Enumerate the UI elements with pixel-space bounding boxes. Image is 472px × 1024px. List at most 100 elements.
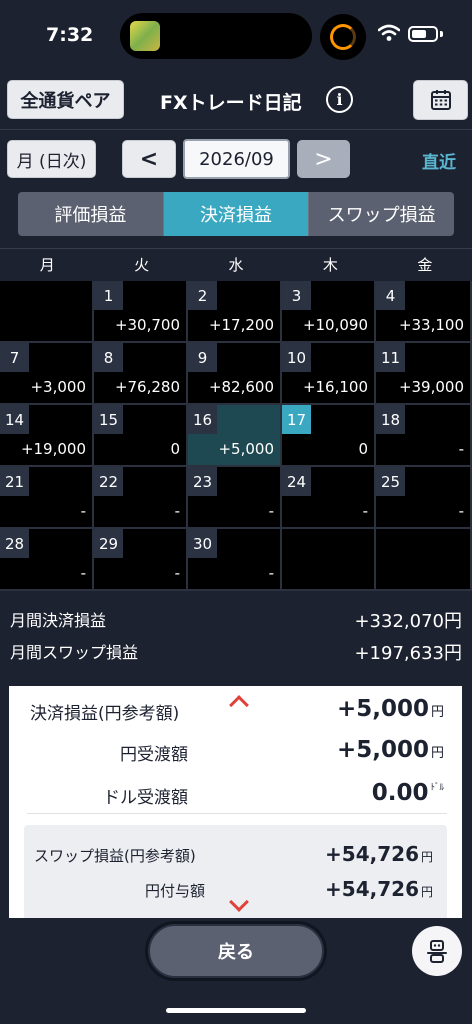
calendar-day-number: 28 <box>0 529 29 558</box>
calendar-day-cell[interactable]: 18 - <box>376 405 472 467</box>
tab-settled[interactable]: 決済損益 <box>163 192 310 236</box>
calendar-day-cell[interactable]: 2 +17,200 <box>188 281 282 343</box>
info-icon[interactable]: i <box>326 86 353 113</box>
prev-month-button[interactable]: < <box>122 140 176 178</box>
calendar-day-pl: - <box>458 440 464 458</box>
calendar-day-pl: - <box>458 502 464 520</box>
calendar-button[interactable] <box>413 80 468 120</box>
calendar-icon <box>430 90 451 110</box>
assistant-icon <box>427 940 447 963</box>
monthly-swap-label: 月間スワップ損益 <box>10 643 139 662</box>
chevron-right-icon: > <box>314 146 333 172</box>
calendar-day-pl: +3,000 <box>30 378 86 396</box>
calendar-day-cell[interactable]: 4 +33,100 <box>376 281 472 343</box>
calendar-day-cell[interactable]: 7 +3,000 <box>0 343 94 405</box>
status-bar: 7:32 <box>0 0 472 70</box>
back-button[interactable]: 戻る <box>148 924 324 978</box>
calendar-day-number: 17 <box>282 405 311 434</box>
calendar-day-cell[interactable]: 23 - <box>188 467 282 529</box>
calendar-day-cell[interactable]: 3 +10,090 <box>282 281 376 343</box>
calendar-day-number: 11 <box>376 343 405 372</box>
battery-tip <box>440 31 443 37</box>
yen-grant-label: 円付与額 <box>145 882 206 900</box>
battery-icon <box>408 26 438 42</box>
calendar-day-pl: +82,600 <box>208 378 274 396</box>
calendar-day-cell[interactable]: 14 +19,000 <box>0 405 94 467</box>
calendar-empty-cell <box>282 529 376 591</box>
tab-swap[interactable]: スワップ損益 <box>309 192 454 236</box>
calendar-day-pl: +33,100 <box>398 316 464 334</box>
calendar-day-pl: - <box>174 502 180 520</box>
monthly-settled-value: +332,070円 <box>354 611 462 632</box>
calendar-day-cell[interactable]: 22 - <box>94 467 188 529</box>
calendar-day-number: 10 <box>282 343 311 372</box>
activity-ring-icon <box>320 14 366 60</box>
dynamic-island <box>120 13 312 59</box>
recent-link[interactable]: 直近 <box>422 148 456 173</box>
settled-pl-label: 決済損益(円参考額) <box>30 704 180 724</box>
monthly-swap-row: 月間スワップ損益 +197,633円 <box>10 639 462 665</box>
weekday-label: 木 <box>322 256 338 274</box>
calendar-day-number: 18 <box>376 405 405 434</box>
monthly-totals: 月間決済損益 +332,070円 月間スワップ損益 +197,633円 <box>0 592 472 680</box>
calendar-day-cell[interactable]: 28 - <box>0 529 94 591</box>
calendar-day-cell[interactable]: 24 - <box>282 467 376 529</box>
calendar-day-cell[interactable]: 25 - <box>376 467 472 529</box>
monthly-swap-value: +197,633円 <box>354 643 462 664</box>
next-month-button[interactable]: > <box>297 140 350 178</box>
month-field[interactable]: 2026/09 <box>183 139 290 179</box>
calendar-day-number: 8 <box>94 343 123 372</box>
calendar-day-number: 4 <box>376 281 405 310</box>
calendar-empty-cell <box>0 281 94 343</box>
calendar-day-pl: - <box>362 502 368 520</box>
calendar-day-cell[interactable]: 16 +5,000 <box>188 405 282 467</box>
calendar-day-number: 29 <box>94 529 123 558</box>
calendar-grid: 1 +30,700 2 +17,200 3 +10,090 4 +33,100 7 +3,000 8… <box>0 281 472 591</box>
calendar-day-number: 2 <box>188 281 217 310</box>
calendar-empty-cell <box>376 529 472 591</box>
calendar-day-cell[interactable]: 1 +30,700 <box>94 281 188 343</box>
calendar-day-number: 30 <box>188 529 217 558</box>
calendar-day-pl: +10,090 <box>302 316 368 334</box>
calendar-day-pl: +30,700 <box>114 316 180 334</box>
calendar-day-number: 14 <box>0 405 29 434</box>
chevron-up-icon[interactable] <box>229 695 249 715</box>
pl-type-tabs: 評価損益 決済損益 スワップ損益 <box>18 192 454 236</box>
calendar-day-number: 1 <box>94 281 123 310</box>
calendar-day-cell[interactable]: 15 0 <box>94 405 188 467</box>
usd-delivery-label: ドル受渡額 <box>103 788 188 808</box>
calendar-day-pl: +17,200 <box>208 316 274 334</box>
calendar-day-cell[interactable]: 29 - <box>94 529 188 591</box>
weekday-label: 金 <box>417 256 433 274</box>
calendar-day-number: 21 <box>0 467 29 496</box>
calendar-day-cell[interactable]: 11 +39,000 <box>376 343 472 405</box>
swap-pl-label: スワップ損益(円参考額) <box>34 847 196 865</box>
calendar-day-number: 16 <box>188 405 217 434</box>
calendar-day-cell[interactable]: 9 +82,600 <box>188 343 282 405</box>
usd-delivery-value: 0.00 ﾄﾞﾙ <box>371 780 444 806</box>
calendar-day-pl: +76,280 <box>114 378 180 396</box>
calendar-day-number: 25 <box>376 467 405 496</box>
day-detail-panel[interactable]: 決済損益(円参考額) +5,000 円 円受渡額 +5,000 円 ドル受渡額 0.… <box>9 686 462 918</box>
calendar-day-pl: 0 <box>170 440 180 458</box>
page-title: FXトレード日記 <box>160 92 302 114</box>
calendar-day-number: 22 <box>94 467 123 496</box>
calendar-day-cell[interactable]: 17 0 <box>282 405 376 467</box>
calendar-day-cell[interactable]: 30 - <box>188 529 282 591</box>
tab-unrealized[interactable]: 評価損益 <box>18 192 164 236</box>
view-mode-button[interactable]: 月 (日次) <box>7 140 96 178</box>
calendar-day-number: 23 <box>188 467 217 496</box>
calendar-day-cell[interactable]: 21 - <box>0 467 94 529</box>
yen-delivery-value: +5,000 円 <box>336 737 444 763</box>
status-time: 7:32 <box>46 24 94 46</box>
calendar-day-pl: - <box>174 564 180 582</box>
swap-pl-value: +54,726 円 <box>325 842 433 866</box>
monthly-settled-label: 月間決済損益 <box>10 611 107 630</box>
calendar-day-cell[interactable]: 10 +16,100 <box>282 343 376 405</box>
assistant-button[interactable] <box>412 926 462 976</box>
calendar-day-pl: +39,000 <box>398 378 464 396</box>
calendar-day-cell[interactable]: 8 +76,280 <box>94 343 188 405</box>
currency-pair-button[interactable]: 全通貨ペア <box>7 80 124 119</box>
weekday-label: 水 <box>228 256 244 274</box>
calendar-day-number: 7 <box>0 343 29 372</box>
